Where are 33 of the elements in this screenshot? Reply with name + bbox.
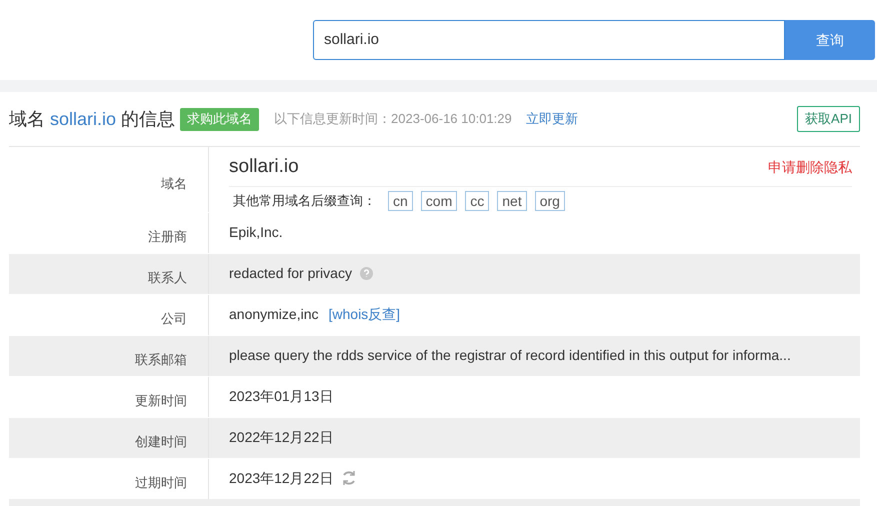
field-label: 域名 — [161, 174, 187, 193]
field-label: 注册商 — [148, 228, 187, 246]
get-api-button[interactable]: 获取API — [797, 106, 860, 132]
search-field[interactable]: sollari.io — [313, 20, 785, 60]
field-value: anonymize,inc — [229, 304, 318, 324]
privacy-removal-link[interactable]: 申请删除隐私 — [768, 156, 852, 178]
help-icon[interactable] — [360, 266, 373, 280]
page-title-prefix: 域名 — [9, 108, 45, 130]
field-value: please query the rdds service of the registrar of record identified in this output for informa... — [229, 346, 791, 365]
field-label: 联系邮箱 — [135, 351, 187, 370]
page-title-suffix: 的信息 — [121, 108, 176, 130]
field-value: redacted for privacy — [229, 264, 352, 283]
whois-reverse-link[interactable]: [whois反查] — [328, 304, 400, 324]
field-value: 2023年01月13日 — [229, 386, 334, 406]
field-label: 过期时间 — [135, 474, 187, 492]
field-value: 2022年12月22日 — [229, 428, 334, 446]
suffix-query-label: 其他常用域名后缀查询： — [233, 192, 376, 210]
field-label: 公司 — [161, 310, 187, 328]
title-domain: sollari.io — [50, 108, 116, 130]
suffix-link[interactable]: net — [497, 190, 527, 210]
suffix-link[interactable]: cc — [465, 190, 490, 210]
field-label: 更新时间 — [135, 392, 187, 410]
refresh-icon[interactable] — [341, 470, 358, 486]
suffix-link[interactable]: com — [420, 190, 458, 210]
field-value: Epik,Inc. — [229, 222, 283, 242]
update-time-text: 以下信息更新时间：2023-06-16 10:01:29 — [274, 110, 512, 128]
suffix-link[interactable]: org — [534, 190, 565, 210]
domain-value: sollari.io — [229, 155, 299, 179]
suffix-link[interactable]: cn — [388, 190, 413, 210]
field-value: 2023年12月22日 — [229, 468, 334, 488]
update-now-link[interactable]: 立即更新 — [526, 109, 578, 129]
field-label: 联系人 — [148, 269, 187, 288]
field-label: 创建时间 — [135, 433, 187, 452]
